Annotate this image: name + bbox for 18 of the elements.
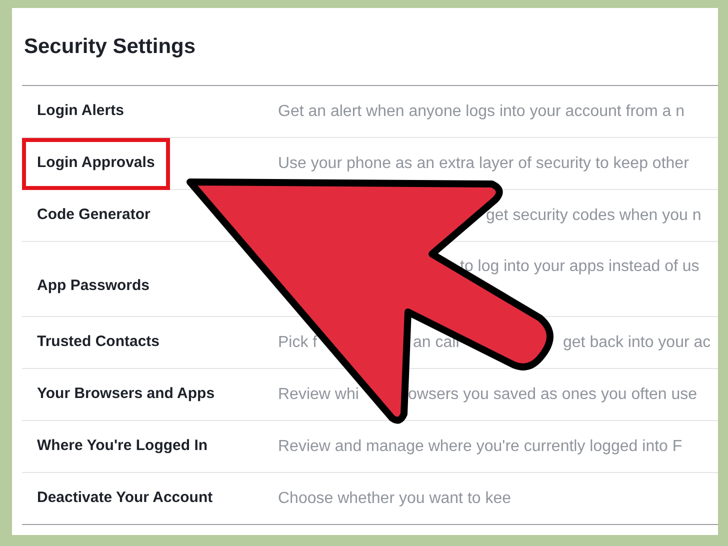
setting-label[interactable]: Trusted Contacts — [22, 331, 160, 354]
setting-description: Use your phone as an extra layer of security to keep other — [278, 154, 689, 174]
setting-description: Review whi — [278, 384, 359, 404]
setting-label[interactable]: App Passwords — [22, 274, 150, 298]
setting-label[interactable]: Login Approvals — [22, 138, 170, 190]
page-title: Security Settings — [24, 34, 196, 60]
setting-label[interactable]: Code Generator — [22, 204, 150, 227]
setting-label[interactable]: Where You're Logged In — [22, 435, 208, 458]
setting-description: Choose whether you want to kee — [278, 488, 512, 508]
setting-description: Pick f — [278, 332, 318, 352]
setting-description: Get an alert when anyone logs into your account from a n — [278, 102, 684, 122]
setting-label[interactable]: Your Browsers and Apps — [22, 383, 215, 406]
setting-description: owsers you saved as ones you often use — [408, 384, 698, 404]
setting-description: Review and manage where you're currently logged into F — [278, 436, 682, 456]
setting-label[interactable]: Login Alerts — [22, 100, 124, 123]
setting-description: get back into your ac — [563, 332, 711, 352]
setting-description: get security codes when you n — [486, 206, 702, 226]
setting-label[interactable]: Deactivate Your Account — [22, 487, 213, 510]
